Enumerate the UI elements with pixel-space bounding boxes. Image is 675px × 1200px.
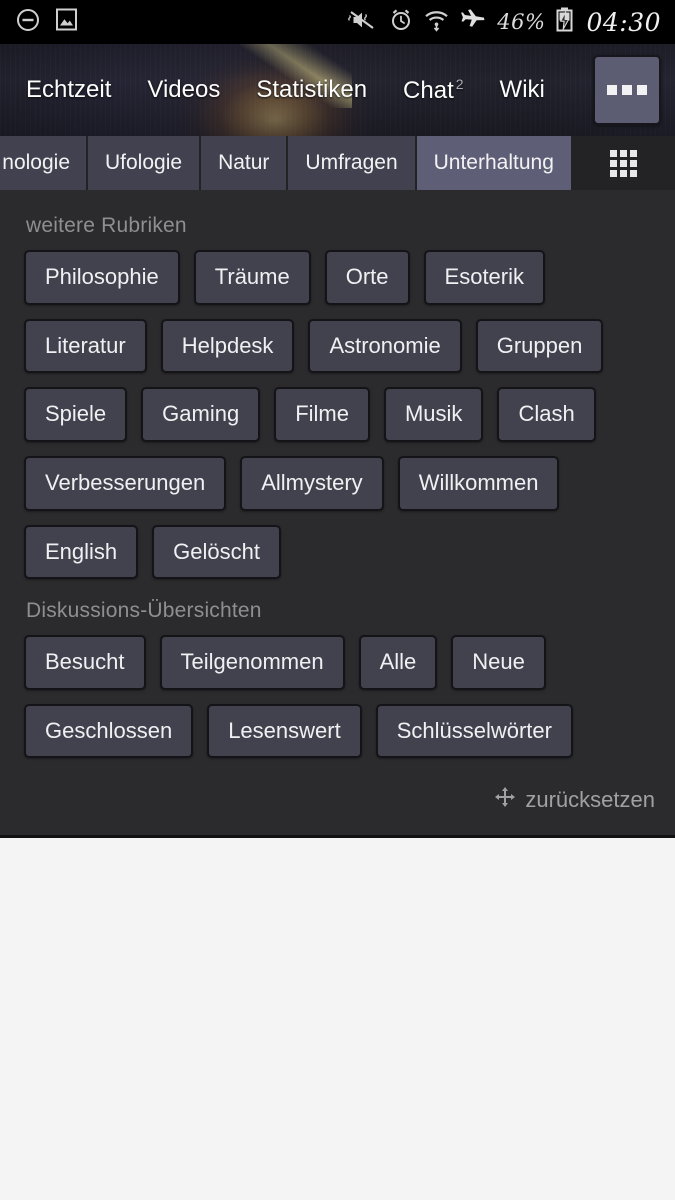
battery-percent-label: 46%	[497, 10, 546, 34]
overview-chip-schluesselwoerter[interactable]: Schlüsselwörter	[375, 703, 573, 759]
battery-charging-icon	[556, 7, 573, 37]
overview-chip-alle[interactable]: Alle	[358, 635, 438, 690]
section-heading-diskussions-uebersichten: Diskussions-Übersichten	[26, 599, 262, 623]
nav-item-echtzeit[interactable]: Echtzeit	[26, 78, 111, 102]
tab-label: nologie	[2, 151, 70, 174]
volume-mute-vibrate-icon	[348, 8, 378, 37]
status-bar-clock: 04:30	[586, 7, 661, 37]
tab-label: Ufologie	[105, 151, 183, 174]
tab-label: Natur	[218, 151, 270, 174]
nav-item-label: Statistiken	[256, 76, 368, 103]
chip-row: Verbesserungen Allmystery Willkommen	[24, 455, 661, 511]
chip-row: Spiele Gaming Filme Musik Clash	[24, 387, 661, 442]
tab-label: Unterhaltung	[433, 151, 554, 174]
status-bar-right-icons: 46% 04:30	[348, 7, 661, 37]
airplane-mode-icon	[460, 8, 486, 37]
overflow-menu-icon	[637, 85, 647, 95]
category-chip-gaming[interactable]: Gaming	[141, 387, 261, 442]
category-chip-english[interactable]: English	[24, 524, 139, 580]
chat-unread-badge: 2	[455, 76, 464, 92]
nav-item-label: Wiki	[499, 76, 545, 103]
nav-item-chat[interactable]: Chat 2	[403, 77, 464, 103]
chip-row: English Gelöscht	[24, 524, 661, 580]
status-bar: 46% 04:30	[0, 0, 675, 44]
tab-technologie[interactable]: nologie	[0, 136, 88, 190]
nav-item-videos[interactable]: Videos	[147, 78, 220, 102]
category-chip-traeume[interactable]: Träume	[193, 250, 311, 305]
category-chip-helpdesk[interactable]: Helpdesk	[160, 318, 295, 374]
category-chip-astronomie[interactable]: Astronomie	[308, 318, 462, 374]
tab-unterhaltung[interactable]: Unterhaltung	[416, 136, 573, 190]
category-chip-spiele[interactable]: Spiele	[24, 387, 128, 442]
category-dropdown-panel: weitere Rubriken Philosophie Träume Orte…	[0, 190, 675, 839]
category-chip-gruppen[interactable]: Gruppen	[475, 318, 604, 374]
category-chip-geloescht[interactable]: Gelöscht	[152, 524, 281, 580]
weitere-rubriken-chip-grid: Philosophie Träume Orte Esoterik Literat…	[0, 250, 675, 580]
overview-chip-geschlossen[interactable]: Geschlossen	[24, 703, 194, 759]
reset-label: zurücksetzen	[525, 786, 655, 812]
nav-item-label: Videos	[147, 76, 221, 103]
page-content-area	[0, 838, 675, 1200]
overview-chip-lesenswert[interactable]: Lesenswert	[207, 703, 362, 759]
overflow-menu-icon	[607, 85, 617, 95]
overflow-menu-button[interactable]	[593, 55, 661, 125]
category-chip-allmystery[interactable]: Allmystery	[240, 455, 384, 511]
overview-chip-besucht[interactable]: Besucht	[24, 635, 146, 690]
screenshot-image-icon	[56, 8, 77, 36]
chip-row: Philosophie Träume Orte Esoterik	[24, 250, 661, 305]
tab-natur[interactable]: Natur	[201, 136, 289, 190]
diskussions-uebersichten-chip-grid: Besucht Teilgenommen Alle Neue Geschloss…	[0, 635, 675, 759]
category-chip-esoterik[interactable]: Esoterik	[423, 250, 546, 305]
move-arrows-icon	[494, 786, 516, 813]
alarm-clock-icon	[389, 8, 413, 37]
tab-ufologie[interactable]: Ufologie	[88, 136, 202, 190]
primary-nav: Echtzeit Videos Statistiken Chat 2 Wiki	[0, 44, 675, 136]
category-chip-clash[interactable]: Clash	[497, 387, 596, 442]
category-chip-willkommen[interactable]: Willkommen	[397, 455, 560, 511]
grid-view-icon	[610, 149, 638, 177]
app-header: Echtzeit Videos Statistiken Chat 2 Wiki	[0, 44, 675, 136]
nav-item-label: Chat	[403, 77, 454, 104]
overflow-menu-icon	[622, 85, 632, 95]
category-tab-bar: nologie Ufologie Natur Umfragen Unterhal…	[0, 136, 675, 190]
reset-link[interactable]: zurücksetzen	[0, 772, 675, 815]
chip-row: Geschlossen Lesenswert Schlüsselwörter	[24, 703, 661, 759]
nav-item-label: Echtzeit	[26, 76, 112, 103]
status-bar-left-icons	[16, 8, 77, 37]
chip-row: Literatur Helpdesk Astronomie Gruppen	[24, 318, 661, 374]
category-chip-verbesserungen[interactable]: Verbesserungen	[24, 455, 227, 511]
section-heading-weitere-rubriken: weitere Rubriken	[26, 214, 187, 237]
do-not-disturb-icon	[16, 8, 40, 37]
category-chip-filme[interactable]: Filme	[274, 387, 370, 442]
wifi-icon	[424, 8, 449, 37]
category-chip-musik[interactable]: Musik	[383, 387, 484, 442]
category-chip-philosophie[interactable]: Philosophie	[24, 250, 180, 305]
nav-item-wiki[interactable]: Wiki	[500, 78, 545, 102]
grid-view-button[interactable]	[572, 136, 675, 190]
nav-item-statistiken[interactable]: Statistiken	[256, 78, 367, 102]
overview-chip-neue[interactable]: Neue	[451, 635, 546, 690]
category-chip-orte[interactable]: Orte	[324, 250, 410, 305]
chip-row: Besucht Teilgenommen Alle Neue	[24, 635, 661, 690]
overview-chip-teilgenommen[interactable]: Teilgenommen	[159, 635, 345, 690]
tab-label: Umfragen	[305, 151, 398, 174]
category-chip-literatur[interactable]: Literatur	[24, 318, 147, 374]
tab-umfragen[interactable]: Umfragen	[288, 136, 417, 190]
